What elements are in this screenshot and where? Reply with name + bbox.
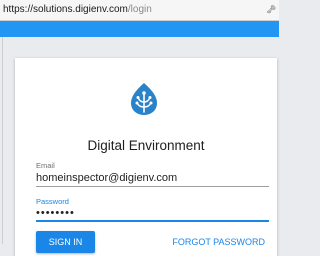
- window-edge: [2, 37, 3, 244]
- forgot-password-link[interactable]: FORGOT PASSWORD: [172, 237, 265, 248]
- url-text[interactable]: https://solutions.digienv.com/login: [3, 4, 152, 16]
- email-underline: [36, 186, 269, 187]
- url-host: https://solutions.digienv.com: [3, 4, 128, 15]
- password-label: Password: [36, 197, 69, 206]
- app-bar: [0, 21, 279, 37]
- url-path: /login: [127, 4, 152, 15]
- key-icon[interactable]: 🗝: [266, 5, 276, 15]
- browser-address-bar[interactable]: https://solutions.digienv.com/login 🗝: [0, 0, 279, 21]
- email-label: Email: [36, 161, 55, 170]
- password-field[interactable]: ••••••••: [36, 207, 75, 220]
- leaf-logo-icon: [131, 83, 157, 115]
- sign-in-button[interactable]: SIGN IN: [36, 231, 95, 253]
- brand-name: Digital Environment: [87, 138, 205, 153]
- password-underline: [36, 220, 269, 222]
- email-field[interactable]: homeinspector@digienv.com: [36, 172, 177, 185]
- login-card: Digital Environment Email homeinspector@…: [15, 58, 277, 256]
